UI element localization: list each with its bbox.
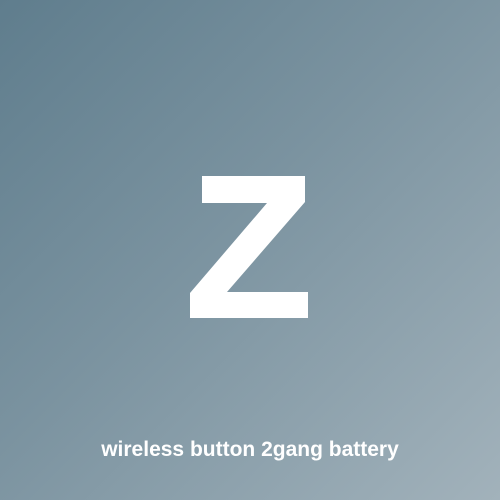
device-caption: wireless button 2gang battery [101, 438, 399, 461]
z-letter-icon [190, 176, 308, 318]
device-tile: wireless button 2gang battery [0, 0, 500, 500]
